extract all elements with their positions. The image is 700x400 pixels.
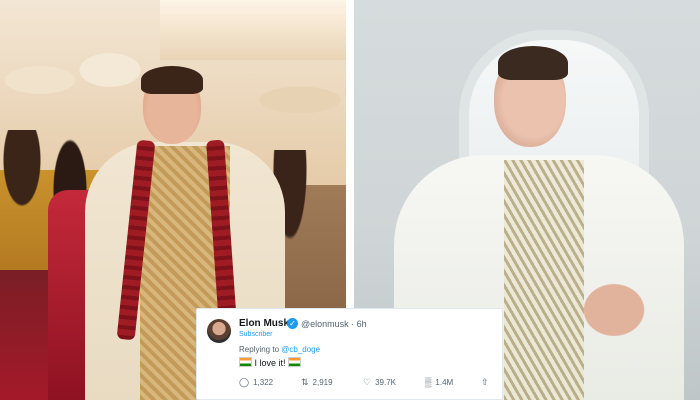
retweet-button[interactable]: ⇅ 2,919 xyxy=(301,377,333,388)
share-button[interactable]: ⇧ xyxy=(481,377,489,388)
share-icon: ⇧ xyxy=(481,377,489,387)
like-icon: ♡ xyxy=(363,377,372,387)
reply-context: Replying to @cb_doge xyxy=(239,345,320,354)
tweet-actions: ◯ 1,322 ⇅ 2,919 ♡ 39.7K ▒ 1.4M ⇧ xyxy=(239,377,494,391)
retweet-count: 2,919 xyxy=(312,378,333,387)
hair xyxy=(141,66,203,94)
like-count: 39.7K xyxy=(375,378,396,387)
india-flag-icon xyxy=(239,357,252,367)
ornate-ceiling xyxy=(160,0,346,60)
views-button[interactable]: ▒ 1.4M xyxy=(425,377,453,387)
reply-mention-link[interactable]: @cb_doge xyxy=(281,345,320,354)
hair xyxy=(498,46,568,80)
author-handle-time[interactable]: @elonmusk · 6h xyxy=(301,319,367,329)
embroidered-placket xyxy=(504,160,584,400)
tweet-card: Elon Musk ✓ @elonmusk · 6h Subscriber Re… xyxy=(196,308,503,400)
hands xyxy=(579,280,649,340)
subscriber-badge: Subscriber xyxy=(239,331,273,338)
like-button[interactable]: ♡ 39.7K xyxy=(363,377,396,388)
author-name[interactable]: Elon Musk xyxy=(239,318,289,329)
reply-button[interactable]: ◯ 1,322 xyxy=(239,377,273,388)
tweet-body: I love it! xyxy=(254,358,286,368)
reply-prefix: Replying to xyxy=(239,345,280,354)
views-icon: ▒ xyxy=(425,377,432,387)
avatar[interactable] xyxy=(207,319,231,343)
retweet-icon: ⇅ xyxy=(301,377,309,387)
india-flag-icon xyxy=(288,357,302,367)
verified-icon: ✓ xyxy=(287,318,298,329)
reply-count: 1,322 xyxy=(253,378,274,387)
views-count: 1.4M xyxy=(435,377,454,387)
tweet-text: I love it! xyxy=(239,357,302,368)
reply-icon: ◯ xyxy=(239,377,250,387)
